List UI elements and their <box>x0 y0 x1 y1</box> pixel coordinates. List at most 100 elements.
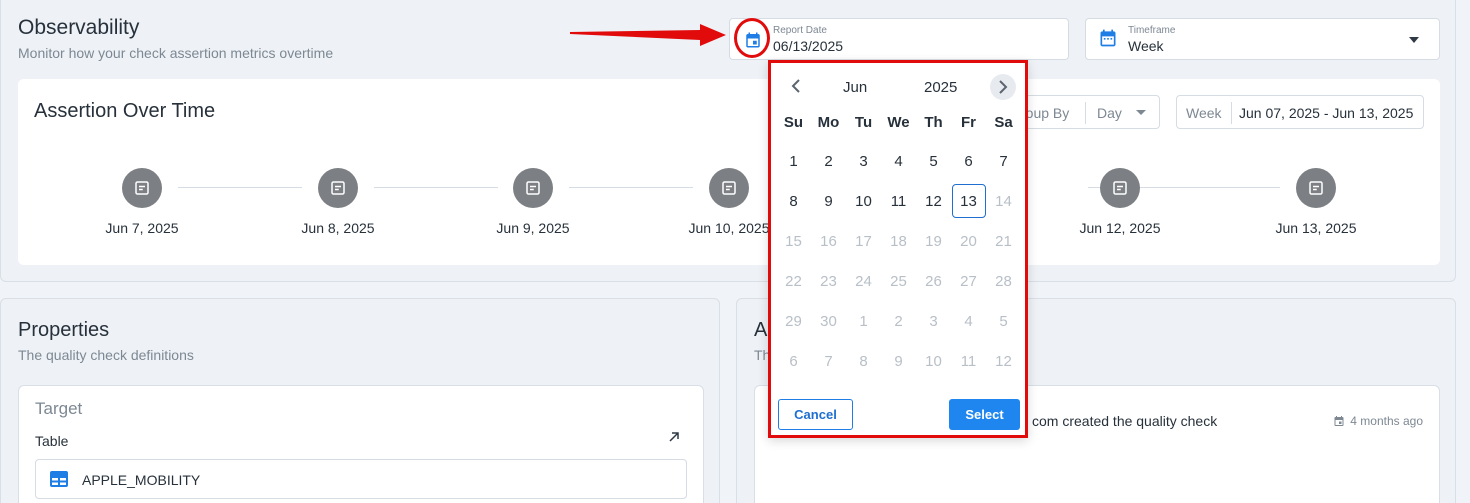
timeline-node[interactable] <box>1100 168 1140 208</box>
day-cell[interactable]: 10 <box>846 181 881 221</box>
day-cell: 14 <box>986 181 1021 221</box>
day-number: 4 <box>894 152 903 170</box>
day-number: 11 <box>960 352 977 370</box>
report-date-field[interactable]: Report Date 06/13/2025 <box>729 18 1069 60</box>
group-by-select[interactable]: roup By Day <box>1008 95 1160 129</box>
day-cell[interactable]: 9 <box>811 181 846 221</box>
day-cell[interactable]: 11 <box>881 181 916 221</box>
divider <box>1231 102 1232 124</box>
weekday-header: Su <box>783 113 804 131</box>
report-date-value[interactable]: 06/13/2025 <box>773 38 843 54</box>
day-number: 29 <box>785 312 802 330</box>
group-by-value: Day <box>1097 105 1122 121</box>
day-cell: 17 <box>846 221 881 261</box>
select-button[interactable]: Select <box>949 399 1020 430</box>
week-label: Week <box>1186 105 1222 121</box>
day-cell: 30 <box>811 301 846 341</box>
day-number: 5 <box>929 152 938 170</box>
day-cell: 28 <box>986 261 1021 301</box>
day-cell: 2 <box>881 301 916 341</box>
report-date-label: Report Date <box>773 25 827 36</box>
chevron-down-icon <box>1409 37 1419 43</box>
external-link-icon[interactable] <box>667 430 681 449</box>
table-label: Table <box>35 433 69 449</box>
note-icon <box>722 181 736 195</box>
note-icon <box>1309 181 1323 195</box>
day-number: 12 <box>925 192 942 210</box>
day-number: 7 <box>999 152 1008 170</box>
annotation-arrow <box>570 24 726 46</box>
day-cell: 22 <box>776 261 811 301</box>
day-cell-selected[interactable]: 13 <box>951 181 986 221</box>
day-cell[interactable]: 1 <box>776 141 811 181</box>
assertion-over-time-card: Assertion Over Time roup By Day Week Jun… <box>18 79 1440 265</box>
day-cell: 11 <box>951 341 986 381</box>
weekday-header: Tu <box>854 113 873 131</box>
day-cell[interactable]: 5 <box>916 141 951 181</box>
timeline-date-label: Jun 7, 2025 <box>105 220 179 236</box>
day-cell: 16 <box>811 221 846 261</box>
day-number: 4 <box>964 312 973 330</box>
day-number: 20 <box>960 232 977 250</box>
cancel-button[interactable]: Cancel <box>778 399 853 430</box>
target-heading: Target <box>35 399 83 418</box>
timeline-node[interactable] <box>122 168 162 208</box>
day-cell[interactable]: 8 <box>776 181 811 221</box>
activity-title: A <box>754 319 768 341</box>
date-picker-month[interactable]: Jun <box>843 79 867 96</box>
activity-entry-time: 4 months ago <box>1333 414 1423 428</box>
timeline-node[interactable] <box>709 168 749 208</box>
day-cell: 12 <box>986 341 1021 381</box>
week-range-field[interactable]: Week Jun 07, 2025 - Jun 13, 2025 <box>1176 95 1424 129</box>
day-cell[interactable]: 3 <box>846 141 881 181</box>
timeframe-select[interactable]: Timeframe Week <box>1085 18 1440 60</box>
day-cell: 26 <box>916 261 951 301</box>
timeline-node[interactable] <box>1296 168 1336 208</box>
properties-panel: Properties The quality check definitions… <box>0 298 720 503</box>
activity-entry-text: com created the quality check <box>1032 413 1218 429</box>
day-cell[interactable]: 6 <box>951 141 986 181</box>
day-number: 9 <box>824 192 833 210</box>
day-cell[interactable]: 4 <box>881 141 916 181</box>
timeline-node[interactable] <box>318 168 358 208</box>
timeline-node[interactable] <box>513 168 553 208</box>
date-picker-year[interactable]: 2025 <box>924 79 957 96</box>
day-cell[interactable]: 2 <box>811 141 846 181</box>
day-number: 30 <box>820 312 837 330</box>
day-cell[interactable]: 7 <box>986 141 1021 181</box>
day-cell[interactable]: 12 <box>916 181 951 221</box>
day-number: 18 <box>890 232 907 250</box>
day-number: 12 <box>995 352 1012 370</box>
timeline-connector <box>569 187 693 188</box>
page-title: Observability <box>18 16 140 39</box>
table-value: APPLE_MOBILITY <box>82 472 201 488</box>
day-cell: 15 <box>776 221 811 261</box>
day-number: 21 <box>995 232 1012 250</box>
day-cell: 20 <box>951 221 986 261</box>
chevron-left-icon[interactable] <box>785 75 807 97</box>
note-icon <box>526 181 540 195</box>
day-number: 22 <box>785 272 802 290</box>
timeline-date-label: Jun 12, 2025 <box>1079 220 1161 236</box>
day-cell: 9 <box>881 341 916 381</box>
assertion-title: Assertion Over Time <box>34 100 216 122</box>
target-card: Target Table APPLE_MOBILITY <box>18 385 704 503</box>
day-number: 9 <box>894 352 903 370</box>
weekday-header: Mo <box>817 113 840 131</box>
day-cell: 7 <box>811 341 846 381</box>
weekday-header: Fr <box>961 113 976 131</box>
chevron-right-icon[interactable] <box>990 74 1016 100</box>
timeframe-value: Week <box>1128 38 1164 54</box>
timeline-connector <box>1156 187 1280 188</box>
chevron-down-icon <box>1136 110 1146 115</box>
divider <box>1085 102 1086 124</box>
annotation-circle <box>734 18 770 58</box>
day-number: 19 <box>925 232 942 250</box>
day-number: 25 <box>890 272 907 290</box>
calendar-icon <box>1098 28 1118 53</box>
day-number: 2 <box>894 312 903 330</box>
table-field[interactable]: APPLE_MOBILITY <box>35 459 687 499</box>
day-number: 7 <box>824 352 833 370</box>
day-cell: 18 <box>881 221 916 261</box>
day-number: 14 <box>995 192 1012 210</box>
